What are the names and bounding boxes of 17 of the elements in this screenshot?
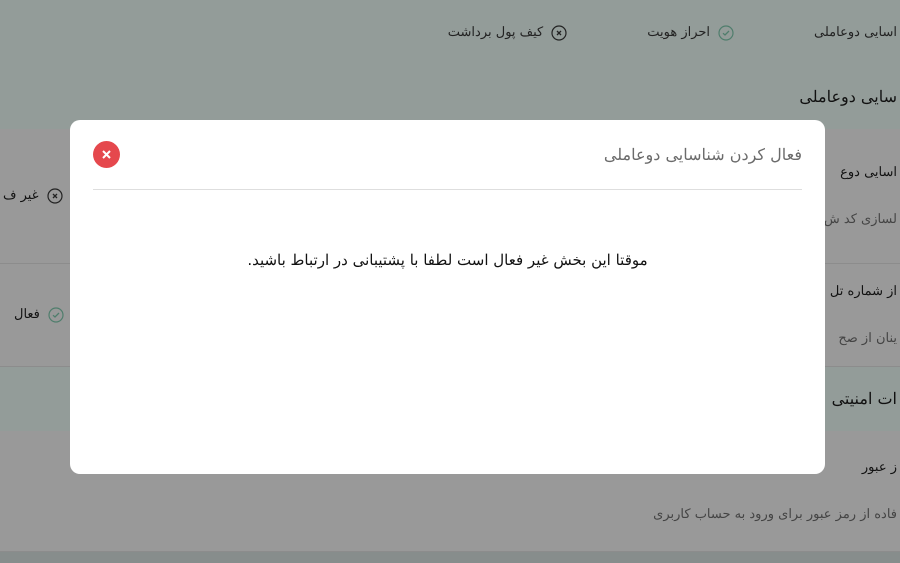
row-description: فاده از رمز عبور برای ورود به حساب کاربری — [653, 506, 897, 524]
row-title: از شماره تل — [830, 282, 897, 300]
section-title: ات امنیتی — [832, 388, 897, 410]
row-description: ینان از صح — [837, 330, 897, 348]
status-label: غیر ف — [3, 187, 39, 206]
row-title: ز عبور — [860, 458, 897, 476]
close-icon — [102, 150, 111, 159]
close-button[interactable] — [93, 141, 120, 168]
step-label: اسایی دوعاملی — [814, 24, 897, 42]
status-label: فعال — [14, 306, 40, 324]
row-title: اسایی دوع — [839, 164, 897, 182]
section-title: سایی دوعاملی — [799, 86, 897, 108]
step-label: احراز هویت — [647, 24, 710, 42]
step-label: کیف پول برداشت — [448, 24, 544, 42]
row-description: لسازی کد ش — [824, 211, 897, 229]
dialog-message: موقتا این بخش غیر فعال است لطفا با پشتیبانی در ارتباط باشید. — [246, 250, 649, 271]
dialog-title: فعال کردن شناسایی دوعاملی — [604, 144, 802, 166]
